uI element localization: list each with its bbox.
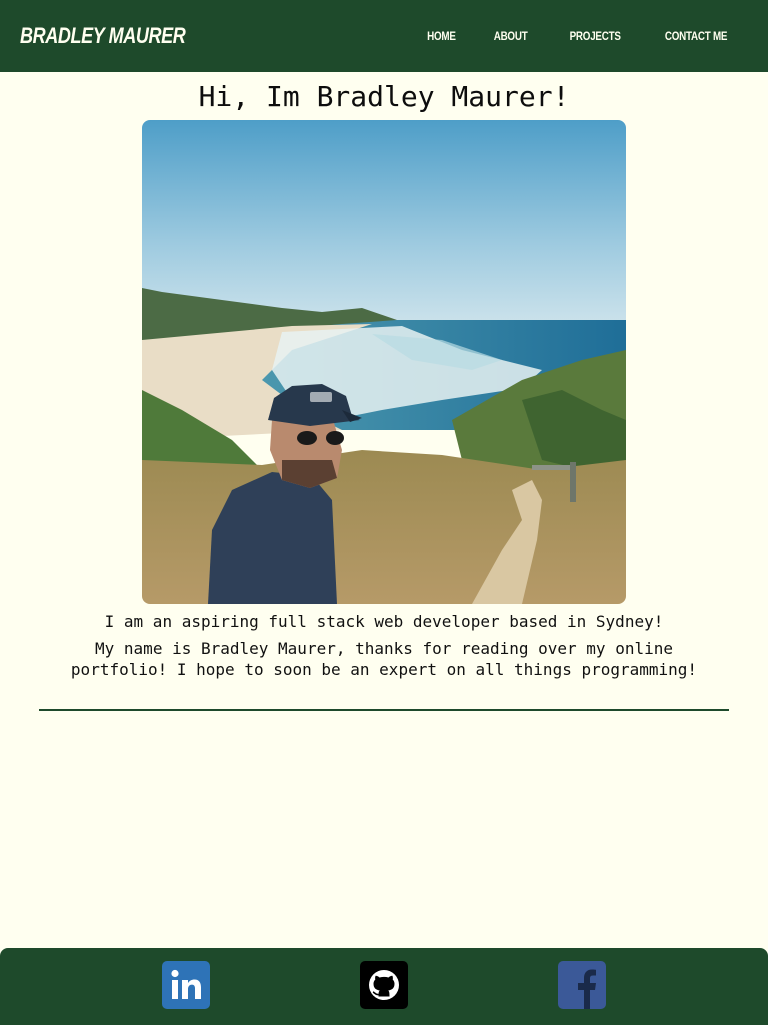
nav-home[interactable]: HOME — [427, 29, 456, 43]
page-title: Hi, Im Bradley Maurer! — [198, 80, 570, 113]
nav-projects[interactable]: PROJECTS — [569, 29, 620, 43]
navbar: BRADLEY MAURER HOME ABOUT PROJECTS CONTA… — [0, 0, 768, 72]
profile-photo — [142, 120, 626, 604]
nav-links: HOME ABOUT PROJECTS CONTACT ME — [392, 29, 734, 43]
facebook-icon — [578, 969, 596, 1009]
profile-photo-illustration — [142, 120, 626, 604]
nav-contact-me[interactable]: CONTACT ME — [665, 29, 728, 43]
brand-logo[interactable]: BRADLEY MAURER — [20, 23, 186, 49]
footer — [0, 948, 768, 1025]
section-divider — [39, 709, 729, 711]
intro-text: My name is Bradley Maurer, thanks for re… — [70, 639, 698, 679]
nav-about[interactable]: ABOUT — [494, 29, 528, 43]
linkedin-icon — [171, 969, 201, 999]
facebook-link[interactable] — [558, 961, 606, 1009]
tagline: I am an aspiring full stack web develope… — [104, 612, 664, 631]
main-content: Hi, Im Bradley Maurer! I am an aspiring … — [0, 72, 768, 711]
github-icon — [369, 970, 399, 1000]
github-link[interactable] — [360, 961, 408, 1009]
linkedin-link[interactable] — [162, 961, 210, 1009]
